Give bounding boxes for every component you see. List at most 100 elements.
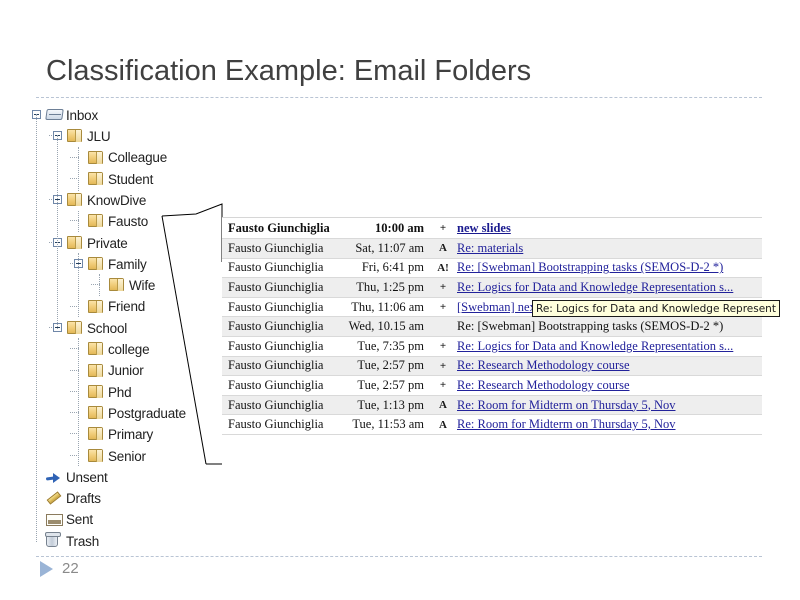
tree-item-label: JLU [87, 129, 111, 145]
email-subject[interactable]: Re: Research Methodology course [454, 358, 762, 373]
email-subject[interactable]: new slides [454, 221, 762, 236]
email-sender: Fausto Giunchiglia [228, 319, 324, 334]
email-row[interactable]: Fausto Giunchiglia Fri, 6:41 pm A! Re: [Swe… [222, 258, 762, 279]
arrow-icon [46, 471, 60, 484]
tree-item-student[interactable]: Student [36, 168, 236, 189]
email-subject-link[interactable]: Re: Room for Midterm on Thursday 5, Nov [457, 398, 676, 412]
folder-icon [88, 171, 103, 185]
email-subject-link[interactable]: Re: [Swebman] Bootstrapping tasks (SEMOS… [457, 260, 723, 274]
email-subject[interactable]: Re: Room for Midterm on Thursday 5, Nov [454, 398, 762, 413]
tree-item-trash[interactable]: Trash [36, 530, 236, 551]
email-row[interactable]: Fausto Giunchiglia Tue, 11:53 am A Re: Room… [222, 415, 762, 435]
folder-icon [67, 193, 82, 207]
tree-item-inbox[interactable]: Inbox [32, 104, 236, 125]
email-date: Tue, 2:57 pm [357, 377, 424, 392]
email-row[interactable]: Fausto Giunchiglia Tue, 2:57 pm + Re: Resea… [222, 376, 762, 396]
folder-icon [67, 129, 82, 143]
tree-item-postgraduate[interactable]: Postgraduate [36, 402, 236, 423]
tree-item-knowdive[interactable]: KnowDive [36, 189, 236, 210]
email-date: Sat, 11:07 am [355, 240, 424, 255]
email-sender: Fausto Giunchiglia [228, 377, 324, 392]
email-subject[interactable]: Re: Room for Midterm on Thursday 5, Nov [454, 417, 762, 432]
email-flag-icon: A [439, 418, 447, 431]
divider-top [36, 97, 762, 98]
email-sender: Fausto Giunchiglia [228, 397, 324, 412]
tree-item-wife[interactable]: Wife [36, 274, 236, 295]
email-subject-link[interactable]: Re: [Swebman] Bootstrapping tasks (SEMOS… [457, 319, 723, 333]
tree-item-label: college [108, 342, 150, 358]
tree-item-label: Postgraduate [108, 405, 186, 421]
email-row[interactable]: Fausto Giunchiglia Wed, 10.15 am Re: [Sweb… [222, 317, 762, 337]
email-subject-link[interactable]: Re: materials [457, 241, 523, 255]
email-flag-icon: A [439, 242, 447, 255]
email-subject-link[interactable]: new slides [457, 221, 511, 235]
folder-icon [88, 257, 103, 271]
folder-tree[interactable]: Inbox JLU Colleague Student KnowDive Fausto Pr… [32, 104, 236, 551]
tree-item-school[interactable]: School [36, 317, 236, 338]
email-subject[interactable]: Re: [Swebman] Bootstrapping tasks (SEMOS… [454, 319, 762, 334]
email-flag-icon: + [439, 281, 447, 294]
tree-item-colleague[interactable]: Colleague [36, 147, 236, 168]
pencil-icon [46, 490, 60, 504]
email-flag-icon: A! [437, 261, 449, 274]
email-row[interactable]: Fausto Giunchiglia Tue, 2:57 pm + Re: Resea… [222, 356, 762, 377]
email-subject-link[interactable]: Re: Room for Midterm on Thursday 5, Nov [457, 417, 676, 431]
email-row[interactable]: Fausto Giunchiglia Sat, 11:07 am A Re: mate… [222, 239, 762, 259]
folder-icon [88, 384, 103, 398]
email-date: Wed, 10.15 am [348, 319, 424, 334]
email-subject[interactable]: Re: Research Methodology course [454, 378, 762, 393]
email-subject[interactable]: Re: Logics for Data and Knowledge Repres… [454, 339, 762, 354]
email-date: Thu, 11:06 am [351, 299, 424, 314]
email-subject[interactable]: Re: [Swebman] Bootstrapping tasks (SEMOS… [454, 260, 762, 275]
email-sender: Fausto Giunchiglia [228, 299, 324, 314]
email-sender: Fausto Giunchiglia [228, 358, 324, 373]
tree-item-label: Unsent [66, 469, 108, 485]
inbox-tray-icon [45, 109, 64, 120]
email-row[interactable]: Fausto Giunchiglia Thu, 1:25 pm + Re: Logic… [222, 278, 762, 298]
tree-item-unsent[interactable]: Unsent [36, 466, 236, 487]
tree-rail [99, 274, 100, 296]
email-row[interactable]: Fausto Giunchiglia 10:00 am + new slides [222, 218, 762, 239]
tree-item-fausto[interactable]: Fausto [36, 210, 236, 231]
tree-item-label: KnowDive [87, 192, 147, 208]
tree-item-family[interactable]: Family [36, 253, 236, 274]
tree-item-drafts[interactable]: Drafts [36, 487, 236, 508]
tree-item-junior[interactable]: Junior [36, 360, 236, 381]
email-subject[interactable]: Re: Logics for Data and Knowledge Repres… [454, 280, 762, 295]
email-sender: Fausto Giunchiglia [228, 220, 330, 235]
email-list-panel[interactable]: Fausto Giunchiglia 10:00 am + new slides Fau… [222, 217, 780, 435]
email-subject[interactable]: Re: materials [454, 241, 762, 256]
tree-item-primary[interactable]: Primary [36, 423, 236, 444]
tree-item-label: School [87, 320, 128, 336]
tree-item-phd[interactable]: Phd [36, 381, 236, 402]
email-subject-link[interactable]: Re: Research Methodology course [457, 358, 630, 372]
email-date: Tue, 7:35 pm [357, 338, 424, 353]
email-subject-link[interactable]: Re: Logics for Data and Knowledge Repres… [457, 339, 733, 353]
email-sender: Fausto Giunchiglia [228, 260, 324, 275]
folder-icon [88, 448, 103, 462]
tree-item-senior[interactable]: Senior [36, 445, 236, 466]
email-flag-icon: + [439, 340, 447, 353]
tree-item-college[interactable]: college [36, 338, 236, 359]
page-number: 22 [62, 560, 79, 577]
email-subject-link[interactable]: [Swebman] next [457, 300, 539, 314]
tree-item-label: Sent [66, 512, 93, 528]
tree-rail [57, 135, 58, 329]
email-sender: Fausto Giunchiglia [228, 338, 324, 353]
tree-item-friend[interactable]: Friend [36, 296, 236, 317]
email-date: Tue, 11:53 am [352, 417, 424, 432]
email-row[interactable]: Fausto Giunchiglia Tue, 7:35 pm + Re: Logic… [222, 336, 762, 357]
email-sender: Fausto Giunchiglia [228, 279, 324, 294]
tree-rail [78, 146, 79, 192]
email-flag-icon: + [439, 222, 447, 234]
tree-item-private[interactable]: Private [36, 232, 236, 253]
email-flag-icon: + [439, 301, 447, 314]
email-subject-link[interactable]: Re: Research Methodology course [457, 378, 630, 392]
tree-rail [36, 114, 37, 542]
tree-item-sent[interactable]: Sent [36, 509, 236, 530]
tree-item-jlu[interactable]: JLU [36, 125, 236, 146]
folder-icon [88, 214, 103, 228]
email-flag-icon: A [439, 399, 447, 412]
email-subject-link[interactable]: Re: Logics for Data and Knowledge Repres… [457, 280, 733, 294]
email-row[interactable]: Fausto Giunchiglia Tue, 1:13 pm A Re: Room … [222, 395, 762, 416]
